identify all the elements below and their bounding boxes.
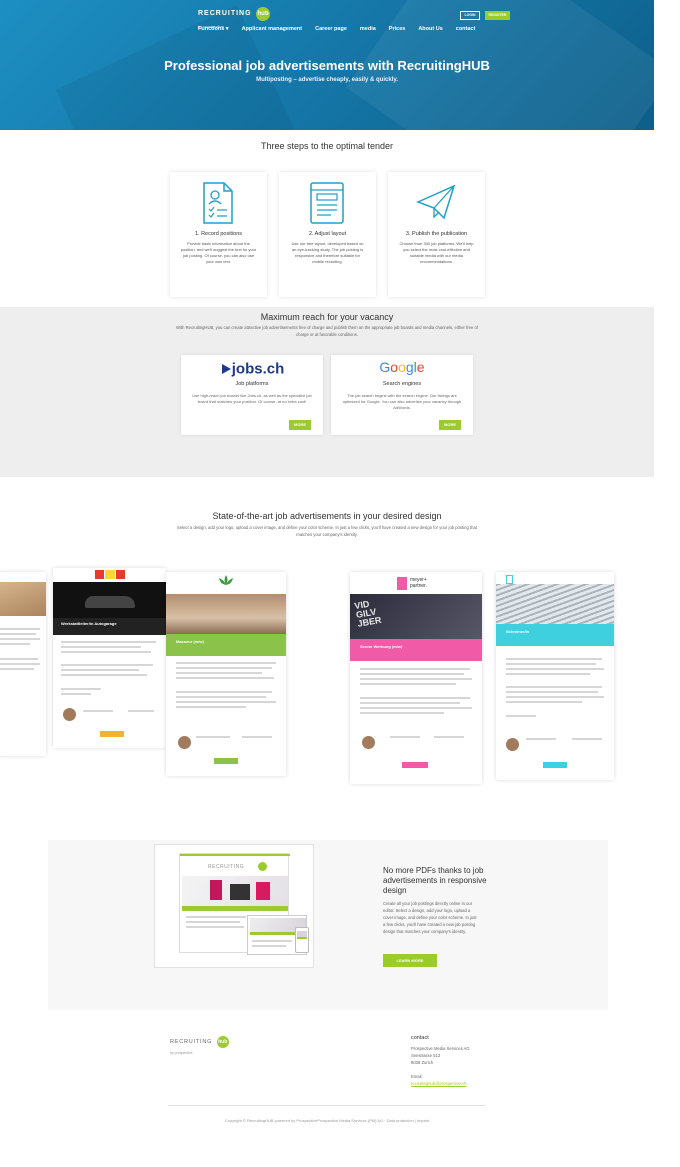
step-title: 2. Adjust layout bbox=[308, 231, 347, 237]
footer-logo[interactable]: RECRUITING hub by prospective bbox=[170, 1033, 229, 1055]
steps-title: Three steps to the optimal tender bbox=[260, 141, 394, 151]
reach-card-title: Job platforms bbox=[235, 381, 269, 387]
nav-item-prices[interactable]: Prices bbox=[389, 26, 406, 32]
step-text: Provide basic information about the posi… bbox=[180, 241, 257, 264]
footer-copyright: Copyright © RecruitingHUB powered by Pro… bbox=[224, 1118, 430, 1123]
pdf-text: Create all your job postings directly on… bbox=[383, 901, 477, 934]
ad-preview[interactable]: Masseur (m/w) bbox=[166, 572, 286, 776]
more-button[interactable]: MORE bbox=[289, 420, 311, 430]
design-text: Select a design, add your logo, upload a… bbox=[177, 525, 477, 537]
ad-job-title: Schreiner/in bbox=[506, 629, 530, 634]
footer-contact-title: contact bbox=[411, 1035, 429, 1041]
nav-item-functions[interactable]: Functions ▾ bbox=[198, 26, 229, 32]
responsive-preview-image: RECRUITING bbox=[154, 844, 314, 968]
main-nav: Functions ▾ Applicant management Career … bbox=[198, 26, 475, 32]
register-button[interactable]: REGISTER bbox=[485, 11, 510, 20]
step-card: 1. Record positions Provide basic inform… bbox=[170, 172, 267, 297]
step-title: 3. Publish the publication bbox=[405, 231, 468, 237]
reach-text: With RecruitingHUB, you can create attra… bbox=[176, 325, 478, 337]
play-icon bbox=[221, 363, 231, 374]
ad-cover-image bbox=[166, 594, 286, 634]
layout-icon bbox=[310, 182, 344, 224]
reach-card-search-engines: Google Search engines The job search beg… bbox=[331, 355, 473, 435]
ad-preview[interactable] bbox=[0, 572, 46, 756]
footer-email-link[interactable]: recruitinghub@prospective.ch bbox=[411, 1081, 466, 1086]
ad-apply-button[interactable] bbox=[214, 758, 238, 764]
google-logo: Google bbox=[379, 359, 425, 375]
ad-cover-image bbox=[496, 584, 614, 624]
logo-wordmark: RECRUITING bbox=[198, 10, 252, 18]
jobs-ch-logo: jobs.ch bbox=[181, 360, 323, 378]
footer-logo-wordmark: RECRUITING bbox=[170, 1038, 213, 1045]
ad-cover-image: VID GILV JBER bbox=[350, 594, 482, 639]
paper-plane-icon bbox=[416, 184, 456, 220]
ad-apply-button[interactable] bbox=[100, 731, 124, 737]
ad-cover-image bbox=[0, 582, 46, 616]
ad-apply-button[interactable] bbox=[402, 762, 428, 768]
hero-banner: RECRUITING hub by prospective LOGIN REGI… bbox=[0, 0, 654, 130]
ad-cover-image bbox=[53, 582, 166, 618]
ad-contact-avatar bbox=[506, 738, 519, 751]
footer-address-line: Prospective Media Services AG bbox=[411, 1046, 470, 1051]
nav-item-media[interactable]: media bbox=[360, 26, 376, 32]
reach-card-job-platforms: jobs.ch Job platforms Use high-reach job… bbox=[181, 355, 323, 435]
ad-preview[interactable]: Schreiner/in bbox=[496, 572, 614, 780]
login-button[interactable]: LOGIN bbox=[460, 11, 480, 20]
ad-preview[interactable]: meyer+ partner. VID GILV JBER Senior Werbun… bbox=[350, 572, 482, 784]
footer-divider bbox=[168, 1105, 486, 1106]
step-text: Use our free layout, developed based on … bbox=[291, 241, 364, 264]
nav-item-applicant-management[interactable]: Applicant management bbox=[242, 26, 303, 32]
more-button[interactable]: MORE bbox=[439, 420, 461, 430]
reach-card-text: The job search begins with the search en… bbox=[342, 393, 462, 410]
nav-item-about-us[interactable]: About Us bbox=[418, 26, 442, 32]
document-check-icon bbox=[203, 182, 233, 224]
footer-logo-tagline: by prospective bbox=[170, 1051, 193, 1055]
ad-contact-avatar bbox=[362, 736, 375, 749]
ad-contact-avatar bbox=[63, 708, 76, 721]
lotus-logo-icon bbox=[219, 575, 233, 585]
preview-logo: RECRUITING bbox=[208, 864, 245, 870]
step-card: 3. Publish the publication Choose from 3… bbox=[388, 172, 485, 297]
ad-logo-text: meyer+ partner. bbox=[410, 577, 427, 589]
footer-address-line: Seestrasse 513 bbox=[411, 1053, 441, 1058]
nav-item-contact[interactable]: contact bbox=[456, 26, 476, 32]
ad-apply-button[interactable] bbox=[543, 762, 567, 768]
reach-card-title: Search engines bbox=[382, 381, 422, 387]
ad-logo bbox=[397, 577, 407, 590]
learn-more-button[interactable]: LEARN MORE bbox=[383, 954, 437, 967]
ad-logo bbox=[506, 575, 513, 584]
step-title: 1. Record positions bbox=[194, 231, 243, 237]
footer-logo-hub: hub bbox=[216, 1035, 229, 1048]
nav-item-career-page[interactable]: Career page bbox=[315, 26, 347, 32]
footer-address-line: 8038 Zurich bbox=[411, 1060, 434, 1065]
logo-hub-badge: hub bbox=[256, 6, 271, 21]
pdf-section bbox=[48, 840, 608, 1010]
ad-job-title: Senior Werbung (m/w) bbox=[360, 644, 403, 649]
footer-email-label: Email: bbox=[411, 1074, 423, 1079]
pdf-title: No more PDFs thanks to job advertisement… bbox=[383, 866, 487, 895]
step-card: 2. Adjust layout Use our free layout, de… bbox=[279, 172, 376, 297]
ad-job-title: Werkstattleiter/in Autogarage bbox=[61, 621, 117, 626]
reach-title: Maximum reach for your vacancy bbox=[260, 312, 394, 322]
hero-title: Professional job advertisements with Rec… bbox=[164, 58, 490, 73]
ad-preview[interactable]: Werkstattleiter/in Autogarage bbox=[53, 568, 166, 748]
reach-card-text: Use high-reach job boards like Jobs.ch, … bbox=[192, 393, 312, 404]
hero-subtitle: Multiposting – advertise cheaply, easily… bbox=[256, 77, 398, 83]
ad-contact-avatar bbox=[178, 736, 191, 749]
step-text: Choose from 300 job platforms. We'll hel… bbox=[399, 241, 474, 264]
ad-logo bbox=[95, 570, 125, 579]
design-title: State-of-the-art job advertisements in y… bbox=[212, 511, 442, 521]
ad-job-title: Masseur (m/w) bbox=[176, 639, 204, 644]
